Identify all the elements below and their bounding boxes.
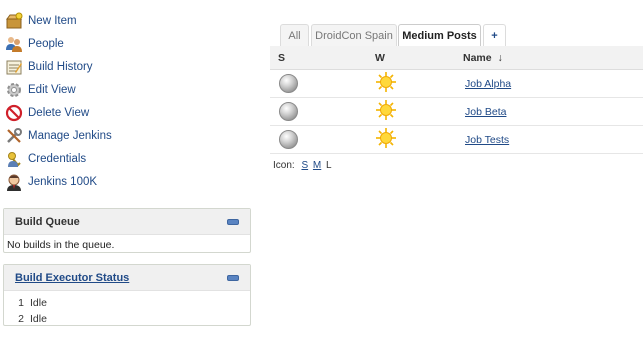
build-queue-pane: Build Queue No builds in the queue. — [3, 208, 251, 253]
name-cell: Job Alpha — [463, 69, 643, 98]
sunny-icon — [376, 128, 396, 148]
header-name[interactable]: Name ↓ — [463, 46, 643, 70]
delete-icon — [5, 104, 23, 122]
view-tabs: All DroidCon Spain Medium Posts + — [270, 24, 643, 47]
task-new-item-label: New Item — [28, 14, 77, 27]
task-new-item[interactable]: New Item — [5, 9, 245, 32]
task-manage-jenkins[interactable]: Manage Jenkins — [5, 124, 245, 147]
table-row: Job Alpha — [270, 69, 643, 98]
build-queue-title: Build Queue — [15, 215, 80, 228]
executor-row: 1 Idle — [4, 295, 250, 311]
name-cell: Job Beta — [463, 97, 643, 126]
name-cell: Job Tests — [463, 125, 643, 154]
weather-cell — [375, 97, 463, 126]
task-edit-view-label: Edit View — [28, 83, 76, 96]
icon-size-selector: Icon: S M L — [273, 160, 332, 171]
sort-arrow-icon: ↓ — [497, 51, 503, 64]
task-manage-jenkins-label: Manage Jenkins — [28, 129, 112, 142]
side-panel-tasks: New Item People Build History Edit View … — [5, 9, 245, 193]
icon-size-label: Icon: — [273, 160, 295, 171]
header-status[interactable]: S — [270, 46, 375, 70]
executor-list: 1 Idle 2 Idle — [4, 291, 250, 327]
jenkins-avatar-icon — [5, 173, 23, 191]
build-queue-header: Build Queue — [4, 209, 250, 235]
sunny-icon — [376, 100, 396, 120]
icon-size-large-current: L — [326, 160, 332, 171]
task-credentials-label: Credentials — [28, 152, 87, 165]
status-cell — [270, 125, 375, 154]
icon-size-small-link[interactable]: S — [301, 160, 308, 171]
build-queue-empty-text: No builds in the queue. — [7, 239, 115, 251]
add-view-tab[interactable]: + — [483, 24, 506, 46]
weather-cell — [375, 69, 463, 98]
people-icon — [5, 35, 23, 53]
task-credentials[interactable]: Credentials — [5, 147, 245, 170]
task-jenkins-100k[interactable]: Jenkins 100K — [5, 170, 245, 193]
sunny-icon — [376, 72, 396, 92]
header-name-label: Name — [463, 51, 492, 64]
tab-droidcon-spain[interactable]: DroidCon Spain — [311, 24, 397, 46]
executor-number: 1 — [18, 297, 24, 309]
task-people[interactable]: People — [5, 32, 245, 55]
grey-ball-icon — [279, 130, 298, 149]
build-history-icon — [5, 58, 23, 76]
executor-status-header: Build Executor Status — [4, 265, 250, 291]
new-item-icon — [5, 12, 23, 30]
jobs-table: S W Name ↓ Job Alpha Job Beta Job Tests — [270, 46, 643, 154]
tab-medium-posts[interactable]: Medium Posts — [398, 24, 481, 47]
status-cell — [270, 97, 375, 126]
task-jenkins-100k-label: Jenkins 100K — [28, 175, 98, 188]
jobs-table-header: S W Name ↓ — [270, 46, 643, 70]
credentials-icon — [5, 150, 23, 168]
job-link[interactable]: Job Beta — [465, 106, 506, 118]
executor-status-pane: Build Executor Status 1 Idle 2 Idle — [3, 264, 251, 326]
grey-ball-icon — [279, 74, 298, 93]
executor-status: Idle — [30, 297, 47, 309]
header-weather[interactable]: W — [375, 46, 463, 70]
status-cell — [270, 69, 375, 98]
tab-all[interactable]: All — [280, 24, 309, 46]
table-row: Job Beta — [270, 97, 643, 126]
gear-icon — [5, 81, 23, 99]
collapse-build-queue-button[interactable] — [227, 218, 239, 225]
executor-status-title-link[interactable]: Build Executor Status — [15, 272, 129, 284]
job-link[interactable]: Job Alpha — [465, 78, 511, 90]
table-row: Job Tests — [270, 125, 643, 154]
task-delete-view[interactable]: Delete View — [5, 101, 245, 124]
icon-size-medium-link[interactable]: M — [313, 160, 321, 171]
job-link[interactable]: Job Tests — [465, 134, 509, 146]
task-build-history[interactable]: Build History — [5, 55, 245, 78]
executor-number: 2 — [18, 313, 24, 325]
executor-row: 2 Idle — [4, 311, 250, 327]
task-build-history-label: Build History — [28, 60, 93, 73]
grey-ball-icon — [279, 102, 298, 121]
header-status-label: S — [278, 51, 286, 64]
task-edit-view[interactable]: Edit View — [5, 78, 245, 101]
executor-status: Idle — [30, 313, 47, 325]
tools-icon — [5, 127, 23, 145]
collapse-executors-button[interactable] — [227, 274, 239, 281]
task-delete-view-label: Delete View — [28, 106, 90, 119]
header-weather-label: W — [375, 51, 385, 64]
task-people-label: People — [28, 37, 64, 50]
weather-cell — [375, 125, 463, 154]
